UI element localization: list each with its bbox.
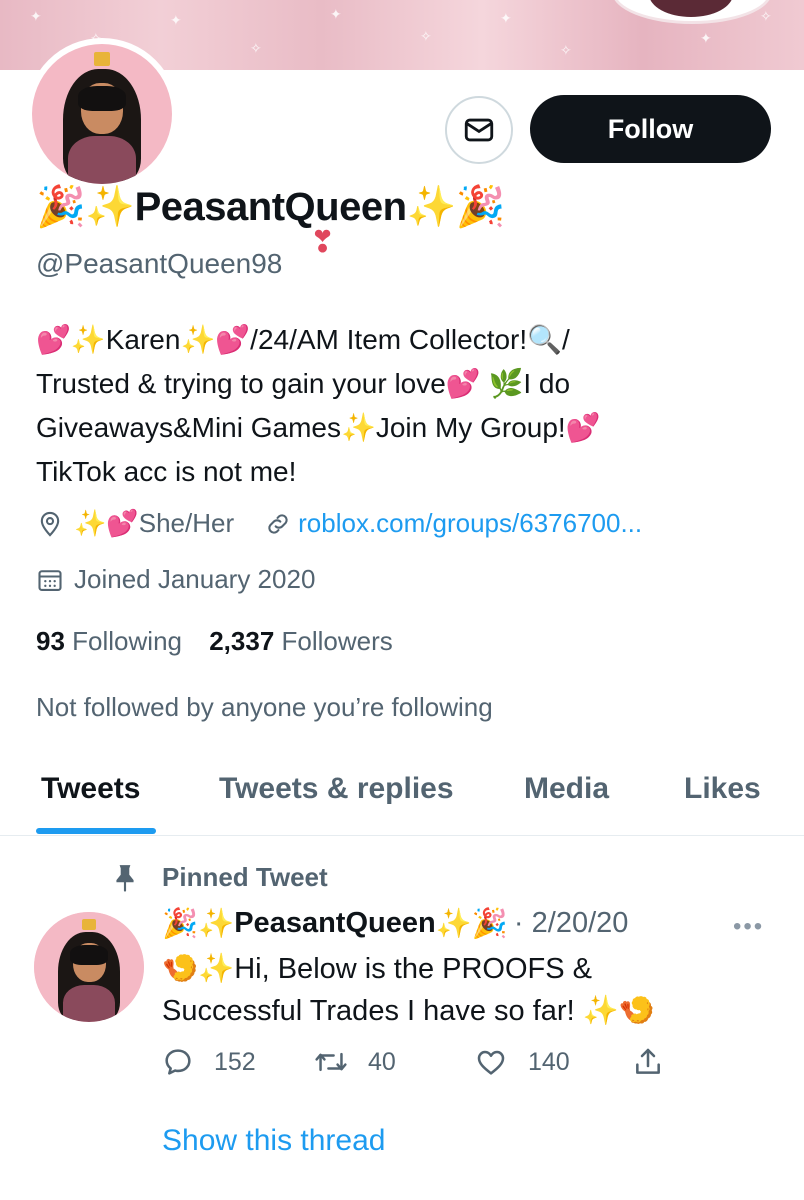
- joined-date: Joined January 2020: [36, 564, 315, 595]
- location: ✨💕 She/Her: [36, 508, 234, 539]
- not-followed-notice: Not followed by anyone you’re following: [36, 692, 493, 722]
- mail-icon: [464, 118, 494, 142]
- bio-line: TikTok acc is not me!: [36, 456, 297, 487]
- profile-display-name: 🎉✨PeasantQueen✨🎉: [36, 183, 506, 230]
- active-tab-indicator: [36, 828, 156, 834]
- name-prefix-emoji: 🎉✨: [36, 184, 135, 230]
- bio-line: 💕✨Karen✨💕/24/AM Item Collector!🔍/: [36, 324, 570, 355]
- like-button[interactable]: 140: [474, 1046, 570, 1078]
- bio-line: Trusted & trying to gain your love💕 🌿I d…: [36, 368, 571, 399]
- follow-button[interactable]: Follow: [530, 95, 771, 163]
- location-emoji: ✨💕: [74, 508, 139, 539]
- message-button[interactable]: [445, 96, 513, 164]
- profile-tabs: Tweets Tweets & replies Media Likes: [0, 760, 804, 836]
- tab-tweets[interactable]: Tweets: [41, 772, 140, 806]
- bio-line: Giveaways&Mini Games✨Join My Group!💕: [36, 412, 601, 443]
- name-suffix-emoji: ✨🎉: [406, 184, 506, 230]
- author-suffix-emoji: ✨🎉: [435, 906, 508, 940]
- retweet-button[interactable]: 40: [314, 1046, 396, 1078]
- link-icon: [268, 513, 288, 534]
- tweet-author-name[interactable]: PeasantQueen: [234, 907, 435, 940]
- location-text: She/Her: [138, 508, 235, 538]
- tweet-text-line: Successful Trades I have so far! ✨🍤: [162, 995, 655, 1027]
- website[interactable]: roblox.com/groups/6376700...: [264, 508, 642, 539]
- following-count: 93: [36, 626, 65, 656]
- reply-icon: [165, 1049, 191, 1075]
- banner-ornament: [612, 0, 772, 24]
- reply-button[interactable]: 152: [162, 1046, 256, 1078]
- tweet-author-avatar[interactable]: [34, 912, 144, 1022]
- following-link[interactable]: 93 Following: [36, 626, 182, 656]
- tweet-date[interactable]: · 2/20/20: [514, 907, 628, 940]
- followers-label: Followers: [281, 626, 393, 656]
- reply-count: 152: [214, 1047, 256, 1076]
- retweet-icon: [315, 1052, 347, 1072]
- profile-meta: ✨💕 She/Her roblox.com/groups/6376700...: [36, 508, 642, 539]
- show-thread-link[interactable]: Show this thread: [162, 1124, 385, 1158]
- tab-likes[interactable]: Likes: [684, 772, 761, 806]
- pin-icon: [116, 864, 134, 892]
- followers-link[interactable]: 2,337 Followers: [209, 626, 393, 656]
- tweet-text: 🍤✨Hi, Below is the PROOFS & Successful T…: [162, 948, 762, 1032]
- heart-icon: [477, 1050, 505, 1075]
- following-label: Following: [72, 626, 182, 656]
- tweet-header: 🎉✨ PeasantQueen ✨🎉 · 2/20/20: [162, 906, 628, 941]
- joined-text: Joined January 2020: [74, 564, 316, 594]
- more-icon[interactable]: •••: [733, 913, 764, 941]
- location-pin-icon: [40, 511, 60, 537]
- profile-bio: 💕✨Karen✨💕/24/AM Item Collector!🔍/ Truste…: [36, 318, 776, 494]
- pinned-text: Pinned Tweet: [162, 862, 328, 892]
- hearts-decoration: ❣: [310, 226, 336, 259]
- like-count: 140: [528, 1047, 570, 1076]
- calendar-icon: [38, 569, 62, 591]
- profile-avatar[interactable]: [26, 38, 178, 190]
- follow-stats: 93 Following 2,337 Followers: [36, 626, 393, 657]
- author-prefix-emoji: 🎉✨: [162, 906, 235, 940]
- website-link[interactable]: roblox.com/groups/6376700...: [298, 508, 642, 539]
- share-button[interactable]: [632, 1046, 684, 1078]
- tab-media[interactable]: Media: [524, 772, 609, 806]
- tab-tweets-replies[interactable]: Tweets & replies: [219, 772, 454, 806]
- followers-count: 2,337: [209, 626, 275, 656]
- pinned-label: Pinned Tweet: [112, 862, 328, 893]
- tweet-text-line: 🍤✨Hi, Below is the PROOFS &: [162, 953, 592, 985]
- profile-handle: @PeasantQueen98: [36, 248, 283, 279]
- retweet-count: 40: [368, 1047, 396, 1076]
- share-icon: [636, 1048, 660, 1074]
- display-name-text: PeasantQueen: [134, 185, 407, 229]
- tweet-actions: 152 40 140: [162, 1046, 682, 1090]
